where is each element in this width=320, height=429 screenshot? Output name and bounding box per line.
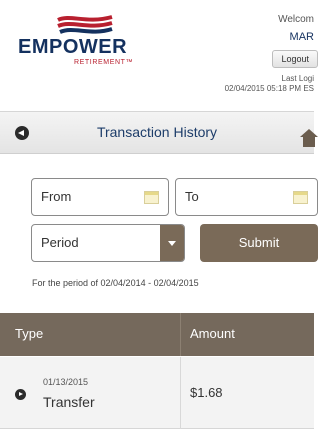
transaction-type: Transfer xyxy=(43,394,95,410)
expand-arrow-icon[interactable] xyxy=(15,389,26,400)
table-header: Type Amount xyxy=(0,313,314,356)
period-select-label: Period xyxy=(41,235,79,250)
column-header-type: Type xyxy=(15,326,44,341)
app-header: EMPOWER RETIREMENT™ Welcom MAR Logout La… xyxy=(0,0,318,112)
column-divider xyxy=(180,313,181,356)
empower-logo: EMPOWER RETIREMENT™ xyxy=(18,14,134,70)
back-arrow-icon[interactable] xyxy=(15,126,29,140)
welcome-text: Welcom xyxy=(278,14,314,25)
column-header-amount: Amount xyxy=(190,326,235,341)
home-icon[interactable] xyxy=(300,128,318,148)
chevron-down-icon[interactable] xyxy=(160,225,184,261)
last-login-label: Last Logi xyxy=(281,74,314,83)
calendar-icon[interactable] xyxy=(293,191,308,204)
to-date-label: To xyxy=(185,189,199,204)
flag-stripes-icon xyxy=(57,15,113,34)
last-login: Last Logi 02/04/2015 05:18 PM ES xyxy=(225,74,314,94)
transaction-date: 01/13/2015 xyxy=(43,377,89,387)
page-title: Transaction History xyxy=(96,124,218,140)
page-titlebar: Transaction History xyxy=(0,112,318,154)
to-date-field[interactable]: To xyxy=(175,178,318,216)
period-summary: For the period of 02/04/2014 - 02/04/201… xyxy=(32,278,199,288)
from-date-field[interactable]: From xyxy=(31,178,169,216)
calendar-icon[interactable] xyxy=(144,191,159,204)
brand-tagline: RETIREMENT™ xyxy=(74,59,134,66)
logout-button[interactable]: Logout xyxy=(272,50,318,68)
transaction-amount: $1.68 xyxy=(190,385,223,400)
column-divider xyxy=(180,357,181,429)
from-date-label: From xyxy=(41,189,72,204)
brand-name: EMPOWER xyxy=(18,36,128,58)
period-select[interactable]: Period xyxy=(31,224,185,262)
table-row[interactable]: 01/13/2015 Transfer $1.68 xyxy=(0,357,314,429)
last-login-value: 02/04/2015 05:18 PM ES xyxy=(224,84,314,93)
user-name: MAR xyxy=(289,31,314,43)
submit-button[interactable]: Submit xyxy=(200,224,318,262)
